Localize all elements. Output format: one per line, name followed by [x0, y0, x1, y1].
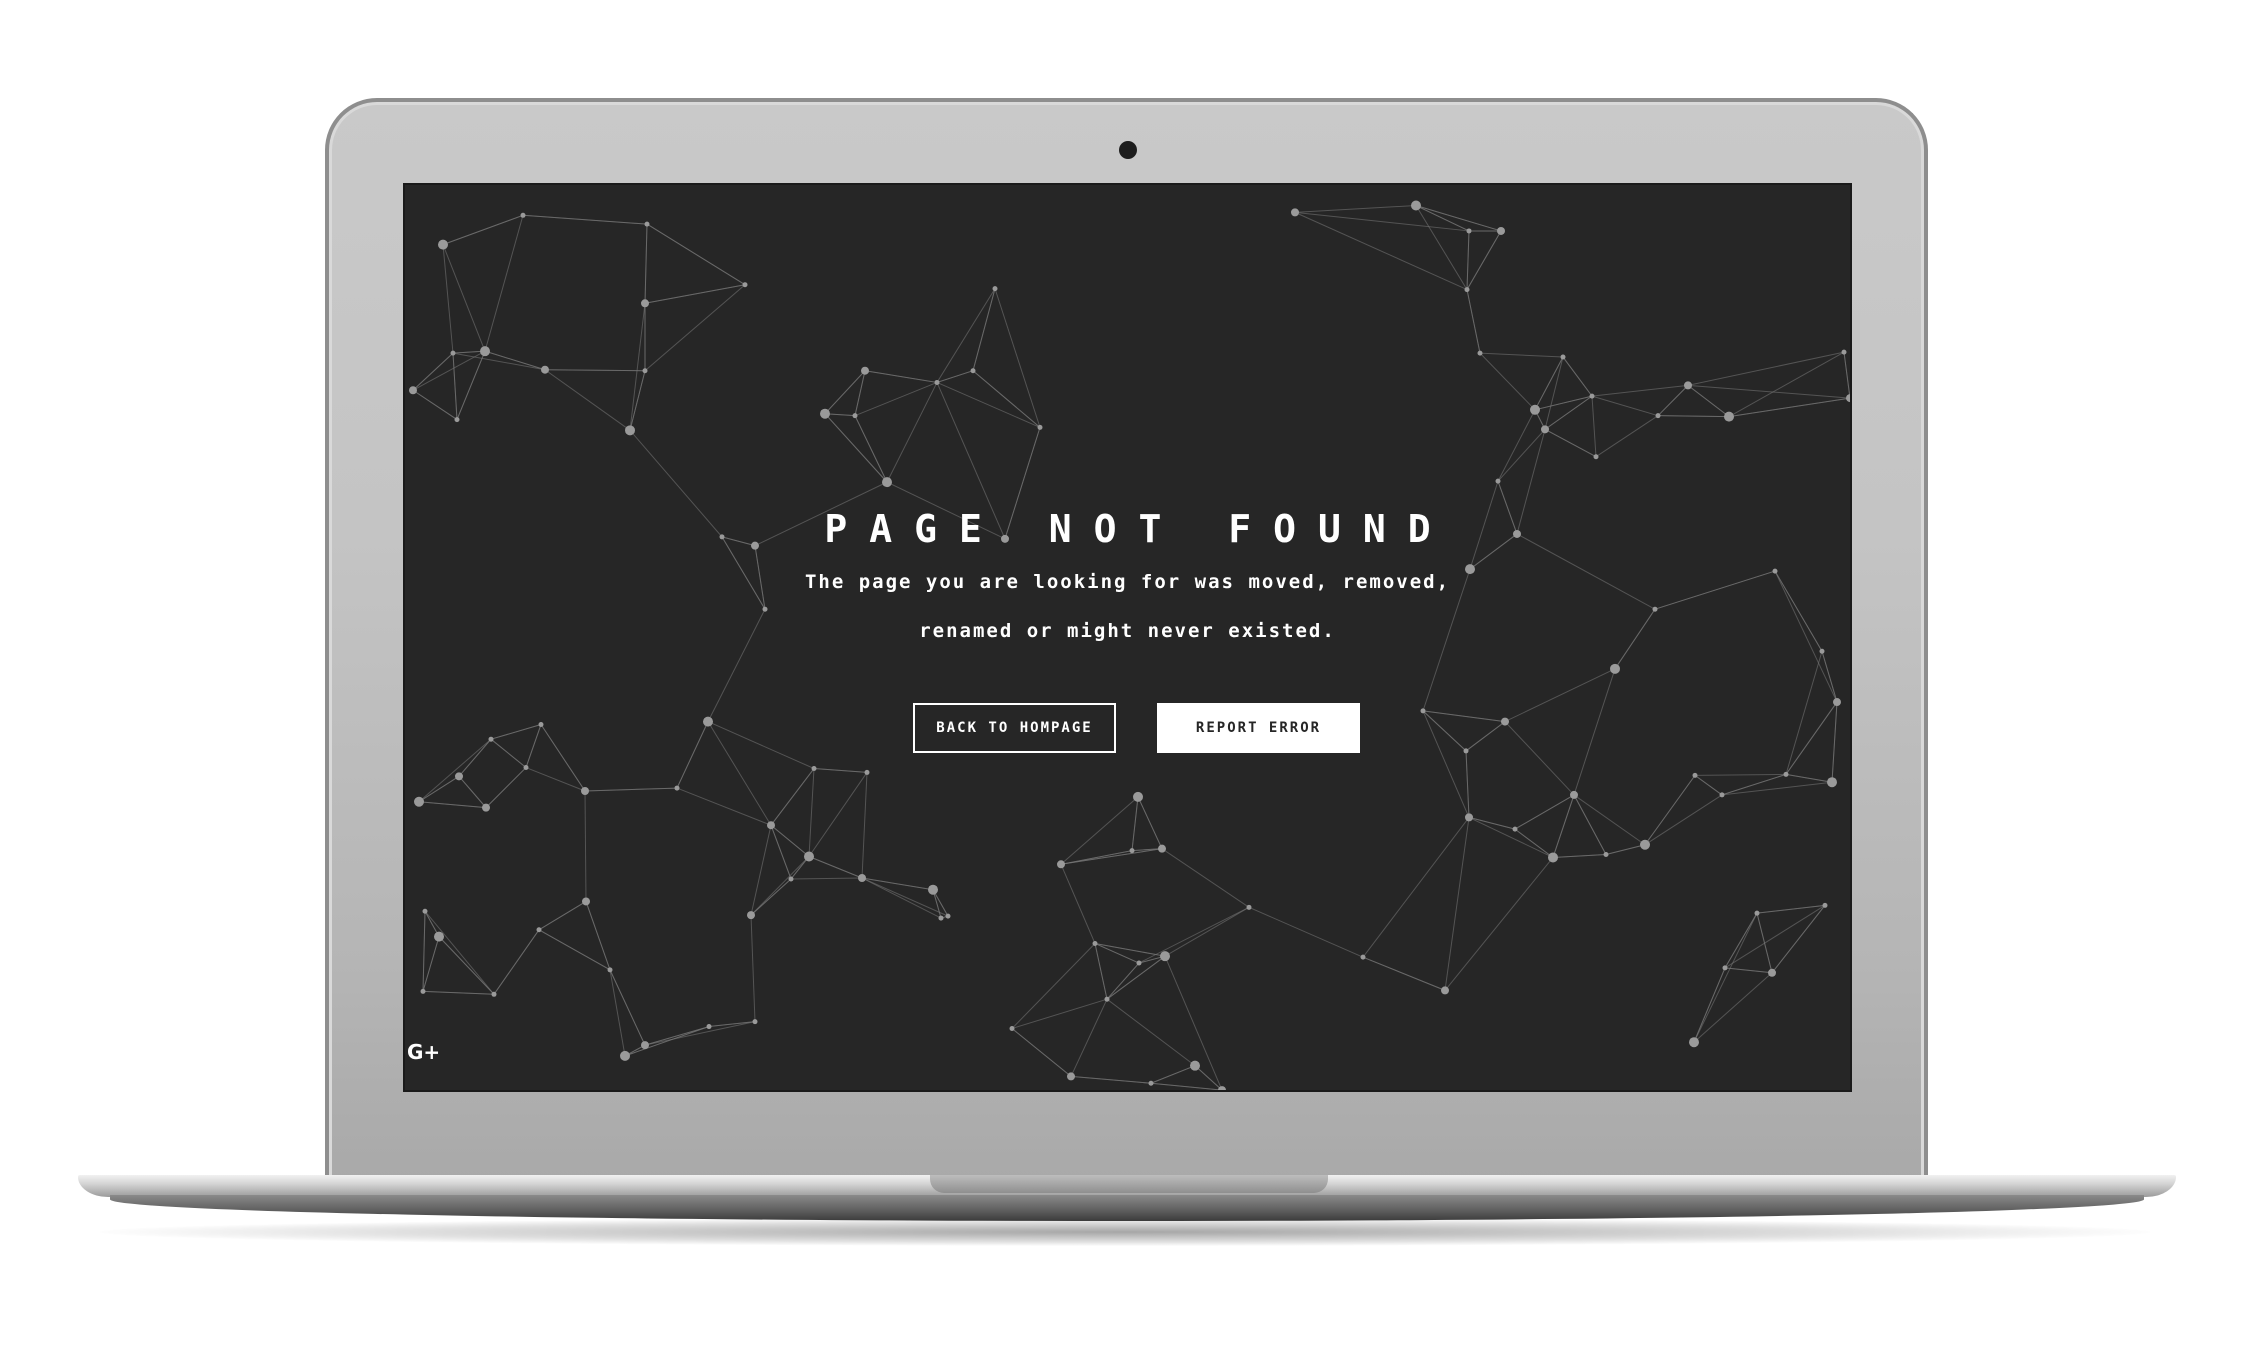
report-error-button[interactable]: REPORT ERROR — [1157, 703, 1360, 753]
gplus-icon[interactable]: G+ — [407, 1040, 440, 1064]
laptop-shadow — [100, 1218, 2150, 1246]
camera-icon — [1119, 141, 1137, 159]
laptop-hinge-notch — [930, 1175, 1328, 1193]
laptop-base-underside — [110, 1195, 2144, 1221]
error-message-line-2: renamed or might never existed. — [919, 620, 1336, 642]
page-title: PAGE NOT FOUND — [824, 507, 1453, 551]
error-content: PAGE NOT FOUND The page you are looking … — [405, 185, 1850, 1090]
laptop-screen: PAGE NOT FOUND The page you are looking … — [403, 183, 1852, 1092]
error-message-line-1: The page you are looking for was moved, … — [804, 571, 1451, 593]
back-to-homepage-button[interactable]: BACK TO HOMPAGE — [913, 703, 1116, 753]
